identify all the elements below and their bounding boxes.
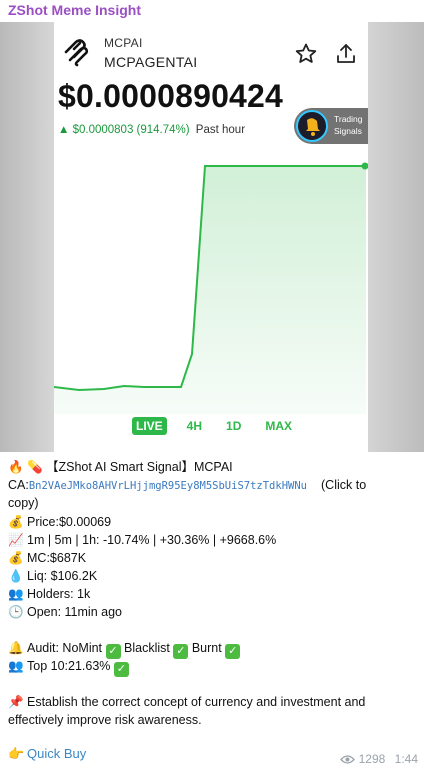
message-time: 1:44	[394, 752, 418, 766]
timeframe-tabs: LIVE 4H 1D MAX	[132, 417, 296, 435]
token-card: MCPAI MCPAGENTAI $0.0000890424 ▲ $0.0000…	[54, 22, 368, 452]
advice-line-1: 📌 Establish the correct concept of curren…	[8, 693, 365, 711]
price-chart	[54, 162, 368, 414]
top10-line: 👥 Top 10:21.63% ✓	[8, 657, 129, 677]
people-icon: 👥	[8, 659, 24, 673]
pill-icon: 💊	[27, 460, 43, 474]
quick-buy-link[interactable]: 👉 Quick Buy	[8, 746, 86, 762]
trading-signals-badge[interactable]: Trading Signals	[294, 108, 368, 144]
chart-up-icon: 📈	[8, 533, 24, 547]
tab-max[interactable]: MAX	[261, 417, 296, 435]
check-icon: ✓	[113, 662, 129, 677]
quick-buy-label: Quick Buy	[27, 746, 87, 761]
star-icon[interactable]	[294, 42, 318, 66]
share-icon[interactable]	[334, 42, 358, 66]
open-text: Open: 11min ago	[27, 605, 122, 619]
chart-area	[54, 166, 366, 414]
price-change-value: ▲ $0.0000803 (914.74%)	[58, 124, 190, 136]
audit-text: Audit: NoMint	[27, 641, 103, 655]
changes-text: 1m | 5m | 1h: -10.74% | +30.36% | +9668.…	[27, 533, 277, 547]
top10-text: Top 10:21.63%	[27, 659, 111, 673]
money-bag-icon: 💰	[8, 551, 24, 565]
tab-1d[interactable]: 1D	[222, 417, 245, 435]
mc-line: 💰 MC:$687K	[8, 549, 86, 567]
image-blur-right	[368, 22, 424, 452]
mc-text: MC:$687K	[27, 551, 87, 565]
price-text: Price:$0.00069	[27, 515, 112, 529]
changes-line: 📈 1m | 5m | 1h: -10.74% | +30.36% | +9668…	[8, 531, 276, 549]
liq-text: Liq: $106.2K	[27, 569, 98, 583]
channel-name[interactable]: ZShot Meme Insight	[8, 2, 141, 18]
pin-icon: 📌	[8, 695, 24, 709]
advice-text-1: Establish the correct concept of currenc…	[27, 695, 366, 709]
droplet-icon: 💧	[8, 569, 24, 583]
blacklist-text: Blacklist	[124, 641, 170, 655]
check-icon: ✓	[225, 644, 241, 659]
check-icon: ✓	[173, 644, 189, 659]
tab-4h[interactable]: 4H	[183, 417, 206, 435]
contract-line: CA:Bn2VAeJMko8AHVrLHjjmgR95Ey8M5SbUiS7tz…	[8, 476, 366, 495]
pointing-hand-icon: 👉	[8, 746, 25, 761]
tab-live[interactable]: LIVE	[132, 417, 167, 435]
people-icon: 👥	[8, 587, 24, 601]
badge-line-2: Signals	[334, 126, 362, 136]
price-line: 💰 Price:$0.00069	[8, 513, 111, 531]
token-symbol: MCPAI	[104, 36, 143, 50]
burnt-text: Burnt	[191, 641, 222, 655]
ca-label: CA:	[8, 478, 29, 492]
holders-line: 👥 Holders: 1k	[8, 585, 90, 603]
money-bag-icon: 💰	[8, 515, 24, 529]
message-title-line: 🔥 💊 【ZShot AI Smart Signal】MCPAI	[8, 458, 233, 476]
audit-line: 🔔 Audit: NoMint ✓ Blacklist ✓ Burnt ✓	[8, 639, 241, 659]
message-meta: 1298 1:44	[339, 752, 418, 766]
price-change-period: Past hour	[195, 124, 246, 136]
token-price: $0.0000890424	[58, 78, 284, 114]
chart-image[interactable]: MCPAI MCPAGENTAI $0.0000890424 ▲ $0.0000…	[0, 22, 424, 452]
contract-address[interactable]: Bn2VAeJMko8AHVrLHjjmgR95Ey8M5SbUiS7tzTdk…	[29, 480, 307, 492]
holders-text: Holders: 1k	[27, 587, 91, 601]
message-title: 【ZShot AI Smart Signal】MCPAI	[46, 460, 233, 474]
advice-text-2: effectively improve risk awareness.	[8, 713, 202, 727]
clock-icon: 🕒	[8, 605, 24, 619]
eye-icon	[339, 755, 355, 764]
fire-icon: 🔥	[8, 460, 24, 474]
open-line: 🕒 Open: 11min ago	[8, 603, 122, 621]
token-name: MCPAGENTAI	[104, 54, 198, 70]
copy-hint-line2: copy)	[8, 496, 39, 510]
bell-logo-icon	[296, 110, 328, 142]
image-blur-left	[0, 22, 54, 452]
bell-icon: 🔔	[8, 641, 24, 655]
copy-hint: (Click to	[321, 478, 367, 492]
view-count: 1298	[358, 752, 386, 766]
badge-line-1: Trading	[334, 114, 363, 124]
liq-line: 💧 Liq: $106.2K	[8, 567, 97, 585]
price-change: ▲ $0.0000803 (914.74%) Past hour	[58, 124, 245, 136]
mcp-logo-icon	[64, 39, 89, 67]
